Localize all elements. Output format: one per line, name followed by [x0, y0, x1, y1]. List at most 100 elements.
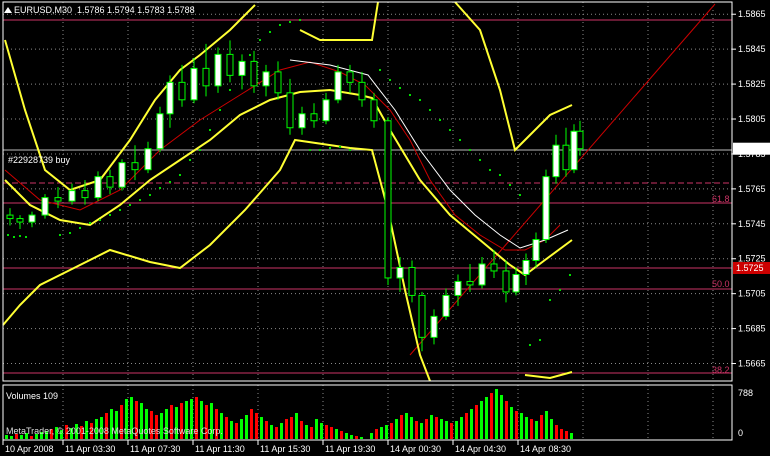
volume-bar [450, 423, 453, 439]
candle-body [512, 273, 520, 293]
volume-bar [465, 413, 468, 439]
candle-body [310, 113, 318, 122]
sar-dot [279, 24, 281, 26]
volume-bar [300, 421, 303, 439]
price-tick-label: 1.5665 [738, 359, 766, 369]
volume-bar [225, 417, 228, 439]
volume-bar [260, 417, 263, 439]
sar-dot [559, 289, 561, 291]
volume-bar [540, 415, 543, 439]
volume-bar [295, 413, 298, 439]
sar-dot [519, 194, 521, 196]
sar-dot [69, 232, 71, 234]
volume-bar [255, 413, 258, 439]
candle-body [442, 294, 450, 317]
candle-body [214, 53, 222, 87]
price-chart[interactable]: 1.58651.58451.58251.58051.57851.57651.57… [0, 0, 770, 456]
candle-body [522, 259, 530, 275]
sar-dot [309, 149, 311, 151]
volume-bar [545, 411, 548, 439]
order-label[interactable]: #22928739 buy [8, 155, 70, 165]
volume-bar [345, 433, 348, 439]
candle-body [370, 99, 378, 122]
candle-body [54, 197, 62, 202]
sar-dot [289, 21, 291, 23]
sar-dot [199, 149, 201, 151]
volume-bar [315, 419, 318, 439]
volume-bar [515, 411, 518, 439]
volume-zero-label: 0 [738, 428, 743, 438]
volume-bar [380, 427, 383, 439]
fib-label-382: 38.2 [712, 365, 730, 375]
sar-dot [109, 214, 111, 216]
candle-body [576, 130, 584, 150]
volume-bar [455, 421, 458, 439]
volume-bar [245, 415, 248, 439]
volume-bar [390, 423, 393, 439]
main-frame [2, 1, 733, 382]
volume-bar [560, 429, 563, 439]
volume-bar [340, 431, 343, 439]
candle-body [156, 113, 164, 150]
sar-dot [419, 99, 421, 101]
volume-bar [305, 425, 308, 439]
volume-bar [525, 417, 528, 439]
volume-bar [375, 429, 378, 439]
time-axis[interactable]: 10 Apr 2008 11 Apr 03:30 11 Apr 07:30 11 Ap… [2, 440, 571, 454]
volume-bar [325, 425, 328, 439]
candle-body [570, 130, 578, 171]
sar-dot [25, 236, 27, 238]
sar-dot [319, 149, 321, 151]
sar-dot [449, 129, 451, 131]
price-tick-label: 1.5845 [738, 44, 766, 54]
volume-bar [475, 405, 478, 439]
volume-bar [30, 436, 33, 439]
price-tick-label: 1.5765 [738, 184, 766, 194]
volume-bar [400, 415, 403, 439]
candlesticks [6, 40, 584, 352]
sar-dot [409, 94, 411, 96]
candle-body [408, 266, 416, 296]
price-tick-label: 1.5705 [738, 289, 766, 299]
sar-dot [129, 204, 131, 206]
sar-dot [509, 184, 511, 186]
candle-body [542, 176, 550, 241]
volume-bar [440, 419, 443, 439]
candle-body [358, 81, 366, 101]
sar-dot [479, 159, 481, 161]
sar-dot [149, 194, 151, 196]
sar-dot [7, 234, 9, 236]
sar-dot [79, 227, 81, 229]
time-tick-label: 11 Apr 03:30 [65, 444, 115, 454]
volume-bar [485, 397, 488, 439]
candle-body [144, 148, 152, 171]
time-tick-label: 14 Apr 00:30 [390, 444, 441, 454]
sar-dot [429, 109, 431, 111]
volume-bar [410, 417, 413, 439]
volume-bar [230, 421, 233, 439]
time-tick-label: 14 Apr 08:30 [520, 444, 571, 454]
volume-bar [385, 425, 388, 439]
candle-body [6, 214, 14, 220]
sar-dot [229, 89, 231, 91]
candle-body [250, 60, 258, 87]
volume-bar [405, 413, 408, 439]
volume-bar [490, 393, 493, 439]
candle-body [552, 144, 560, 178]
volume-bar [435, 417, 438, 439]
sar-dot [159, 187, 161, 189]
candle-body [226, 53, 234, 76]
sar-dot [249, 54, 251, 56]
candle-body [532, 239, 540, 261]
sar-dot [269, 31, 271, 33]
volume-bar [275, 427, 278, 439]
volume-bar [415, 421, 418, 439]
red-price-label: 1.5725 [736, 263, 764, 273]
sar-dot [259, 39, 261, 41]
price-tick-label: 1.5825 [738, 79, 766, 89]
candle-body [418, 294, 426, 338]
sar-dot [399, 87, 401, 89]
price-axis[interactable]: 1.58651.58451.58251.58051.57851.57651.57… [732, 9, 770, 438]
volume-bar [425, 419, 428, 439]
sar-dot [439, 119, 441, 121]
